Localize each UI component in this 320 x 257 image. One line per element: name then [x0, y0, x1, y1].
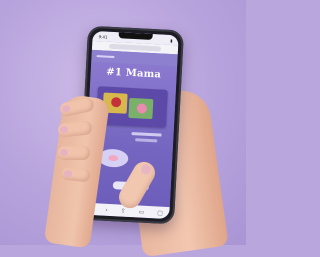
left-finger	[58, 146, 90, 160]
battery-icon: ▮	[170, 37, 173, 43]
fingernail	[59, 125, 69, 134]
bubble-heart	[108, 154, 119, 162]
fingernail	[63, 169, 73, 178]
text-line	[135, 138, 158, 143]
text-line	[131, 132, 162, 137]
share-icon[interactable]: ⇧	[121, 207, 126, 214]
tabs-icon[interactable]: ▢	[157, 209, 163, 216]
fingernail	[61, 104, 71, 114]
status-time: 9:41	[98, 33, 108, 40]
headline-text: #1 Mama	[106, 66, 162, 81]
bookmarks-icon[interactable]: ▭	[138, 208, 144, 215]
photo-scene: 9:41 ▮ #1 Mama › ⇧ ▭ ▢	[0, 0, 246, 257]
nav-link[interactable]	[96, 55, 115, 59]
fingernail	[60, 149, 68, 156]
thumbnail-nail	[139, 162, 153, 177]
forward-icon[interactable]: ›	[105, 206, 108, 213]
page-headline: #1 Mama	[90, 66, 176, 81]
